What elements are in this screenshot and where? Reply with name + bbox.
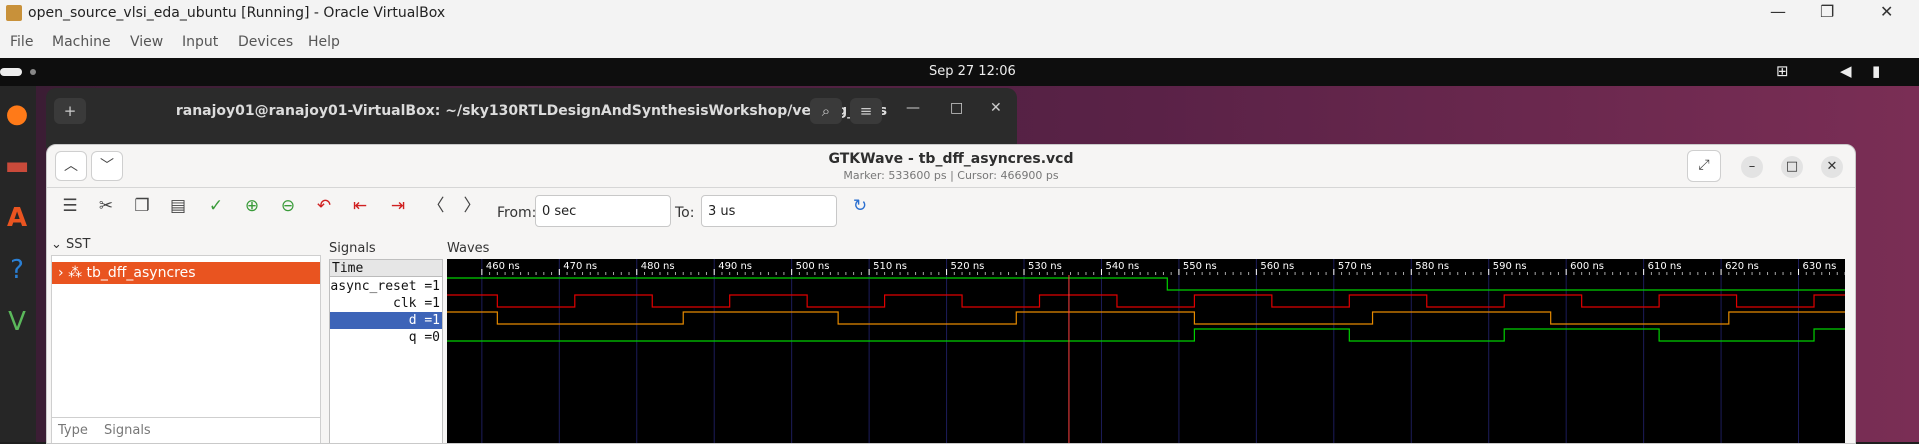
type-signals-list: Type Signals <box>51 417 321 443</box>
gnome-top-bar: Sep 27 12:06 ⊞ ◀ ▮ <box>0 58 1919 86</box>
gtkwave-window: ︿ ﹀ GTKWave - tb_dff_asyncres.vcd Marker… <box>46 144 1856 444</box>
fullscreen-icon[interactable]: ⤢ <box>1687 150 1721 182</box>
to-time-input[interactable]: 3 us <box>701 195 837 227</box>
q-wave <box>447 328 1845 342</box>
time-tick-label: 500 ns <box>796 261 830 272</box>
signal-time[interactable]: Time <box>330 260 442 277</box>
from-time-input[interactable]: 0 sec <box>535 195 671 227</box>
dock: ● ▬ A ? V <box>0 86 36 442</box>
volume-icon[interactable]: ◀ <box>1840 62 1852 80</box>
menu-input[interactable]: Input <box>182 34 218 50</box>
undo-zoom-icon[interactable]: ↶ <box>311 193 337 219</box>
sst-item-tb_dff_asyncres[interactable]: › ⁂ tb_dff_asyncres <box>52 262 320 284</box>
time-tick-label: 570 ns <box>1338 261 1372 272</box>
sst-label: SST <box>66 237 91 252</box>
time-tick-label: 460 ns <box>486 261 520 272</box>
signal-q[interactable]: q =0 <box>330 329 442 346</box>
terminal-menu-icon[interactable]: ≡ <box>850 98 882 124</box>
firefox-icon[interactable]: ● <box>0 94 34 134</box>
hamburger-menu-icon[interactable]: ☰ <box>57 193 83 219</box>
copy-icon[interactable]: ❐ <box>129 193 155 219</box>
gtkwave-title: GTKWave - tb_dff_asyncres.vcd <box>828 151 1074 167</box>
sst-expander[interactable]: ⌄ SST <box>51 237 90 252</box>
sst-tree: › ⁂ tb_dff_asyncres <box>51 255 321 443</box>
clock[interactable]: Sep 27 12:06 <box>929 64 1016 79</box>
app-center-icon[interactable]: A <box>0 198 34 238</box>
menu-machine[interactable]: Machine <box>52 34 111 50</box>
time-tick-label: 630 ns <box>1803 261 1837 272</box>
time-tick-label: 560 ns <box>1260 261 1294 272</box>
gtk-close-icon[interactable]: ✕ <box>1821 156 1843 178</box>
waveform-canvas[interactable]: 460 ns 470 ns 480 ns 490 ns 500 ns 510 ns 520 … <box>447 259 1845 443</box>
terminal-close-icon[interactable]: ✕ <box>990 100 1002 116</box>
menu-file[interactable]: File <box>10 34 33 50</box>
marker-cursor-status: Marker: 533600 ps | Cursor: 466900 ps <box>843 169 1059 182</box>
gtkwave-headerbar: ︿ ﹀ GTKWave - tb_dff_asyncres.vcd Marker… <box>47 145 1855 188</box>
d-wave <box>447 311 1845 325</box>
sst-item-label: tb_dff_asyncres <box>86 265 196 281</box>
restore-icon[interactable]: ❐ <box>1820 2 1834 21</box>
time-tick-label: 540 ns <box>1105 261 1139 272</box>
waveform-viewer[interactable]: 460 ns 470 ns 480 ns 490 ns 500 ns 510 ns 520 … <box>447 259 1845 443</box>
waves-header: Waves <box>447 241 490 256</box>
menu-devices[interactable]: Devices <box>238 34 293 50</box>
zoom-in-icon[interactable]: ⊕ <box>239 193 265 219</box>
signals-column-header: Signals <box>104 423 151 438</box>
virtualbox-menubar: File Machine View Input Devices Help <box>0 28 1919 59</box>
async-reset-wave <box>447 277 1845 291</box>
gtk-maximize-icon[interactable]: □ <box>1781 156 1803 178</box>
paste-icon[interactable]: ▤ <box>165 193 191 219</box>
cut-icon[interactable]: ✂ <box>93 193 119 219</box>
virtualbox-app-icon <box>6 5 22 21</box>
time-tick-label: 620 ns <box>1725 261 1759 272</box>
signal-clk[interactable]: clk =1 <box>330 295 442 312</box>
time-tick-label: 590 ns <box>1493 261 1527 272</box>
time-tick-label: 470 ns <box>563 261 597 272</box>
minimize-icon[interactable]: — <box>1770 2 1786 21</box>
terminal-search-icon[interactable]: ⌕ <box>810 98 842 124</box>
reload-icon[interactable]: ↻ <box>847 193 873 219</box>
battery-icon[interactable]: ▮ <box>1872 62 1880 80</box>
activities-indicator[interactable] <box>0 68 22 76</box>
time-tick-label: 550 ns <box>1183 261 1217 272</box>
expand-arrow-icon[interactable]: › <box>58 265 64 281</box>
signal-async-reset[interactable]: async_reset =1 <box>330 278 442 295</box>
signals-list: Time async_reset =1 clk =1 d =1 q =0 <box>329 259 443 443</box>
files-icon[interactable]: ▬ <box>0 146 34 186</box>
signals-header: Signals <box>329 241 376 256</box>
to-label: To: <box>675 205 695 221</box>
time-tick-label: 610 ns <box>1648 261 1682 272</box>
find-previous-edge-icon[interactable]: 〈 <box>423 193 449 219</box>
find-next-edge-icon[interactable]: 〉 <box>459 193 485 219</box>
signal-d[interactable]: d =1 <box>330 312 442 329</box>
gtk-minimize-icon[interactable]: – <box>1741 156 1763 178</box>
time-tick-label: 490 ns <box>718 261 752 272</box>
virtualbox-titlebar: open_source_vlsi_eda_ubuntu [Running] - … <box>0 0 1919 28</box>
help-icon[interactable]: ? <box>0 250 34 290</box>
clk-wave <box>447 294 1845 308</box>
workspace-dot <box>30 69 36 75</box>
time-tick-label: 480 ns <box>641 261 675 272</box>
time-tick-label: 510 ns <box>873 261 907 272</box>
select-all-icon[interactable]: ✓ <box>203 193 229 219</box>
module-icon: ⁂ <box>68 265 87 281</box>
close-icon[interactable]: ✕ <box>1880 2 1893 21</box>
type-column-header: Type <box>58 423 88 438</box>
window-title: open_source_vlsi_eda_ubuntu [Running] - … <box>28 5 446 21</box>
terminal-minimize-icon[interactable]: — <box>906 100 920 116</box>
time-tick-label: 580 ns <box>1415 261 1449 272</box>
from-label: From: <box>497 205 537 221</box>
vim-icon[interactable]: V <box>0 302 34 342</box>
time-tick-label: 530 ns <box>1028 261 1062 272</box>
zoom-out-icon[interactable]: ⊖ <box>275 193 301 219</box>
terminal-window: + ranajoy01@ranajoy01-VirtualBox: ~/sky1… <box>46 88 1017 148</box>
terminal-maximize-icon[interactable]: □ <box>950 100 963 116</box>
network-icon[interactable]: ⊞ <box>1776 62 1789 80</box>
time-tick-label: 520 ns <box>951 261 985 272</box>
time-tick-label: 600 ns <box>1570 261 1604 272</box>
menu-view[interactable]: View <box>130 34 163 50</box>
zoom-to-end-icon[interactable]: ⇥ <box>385 193 411 219</box>
zoom-to-start-icon[interactable]: ⇤ <box>347 193 373 219</box>
menu-help[interactable]: Help <box>308 34 340 50</box>
